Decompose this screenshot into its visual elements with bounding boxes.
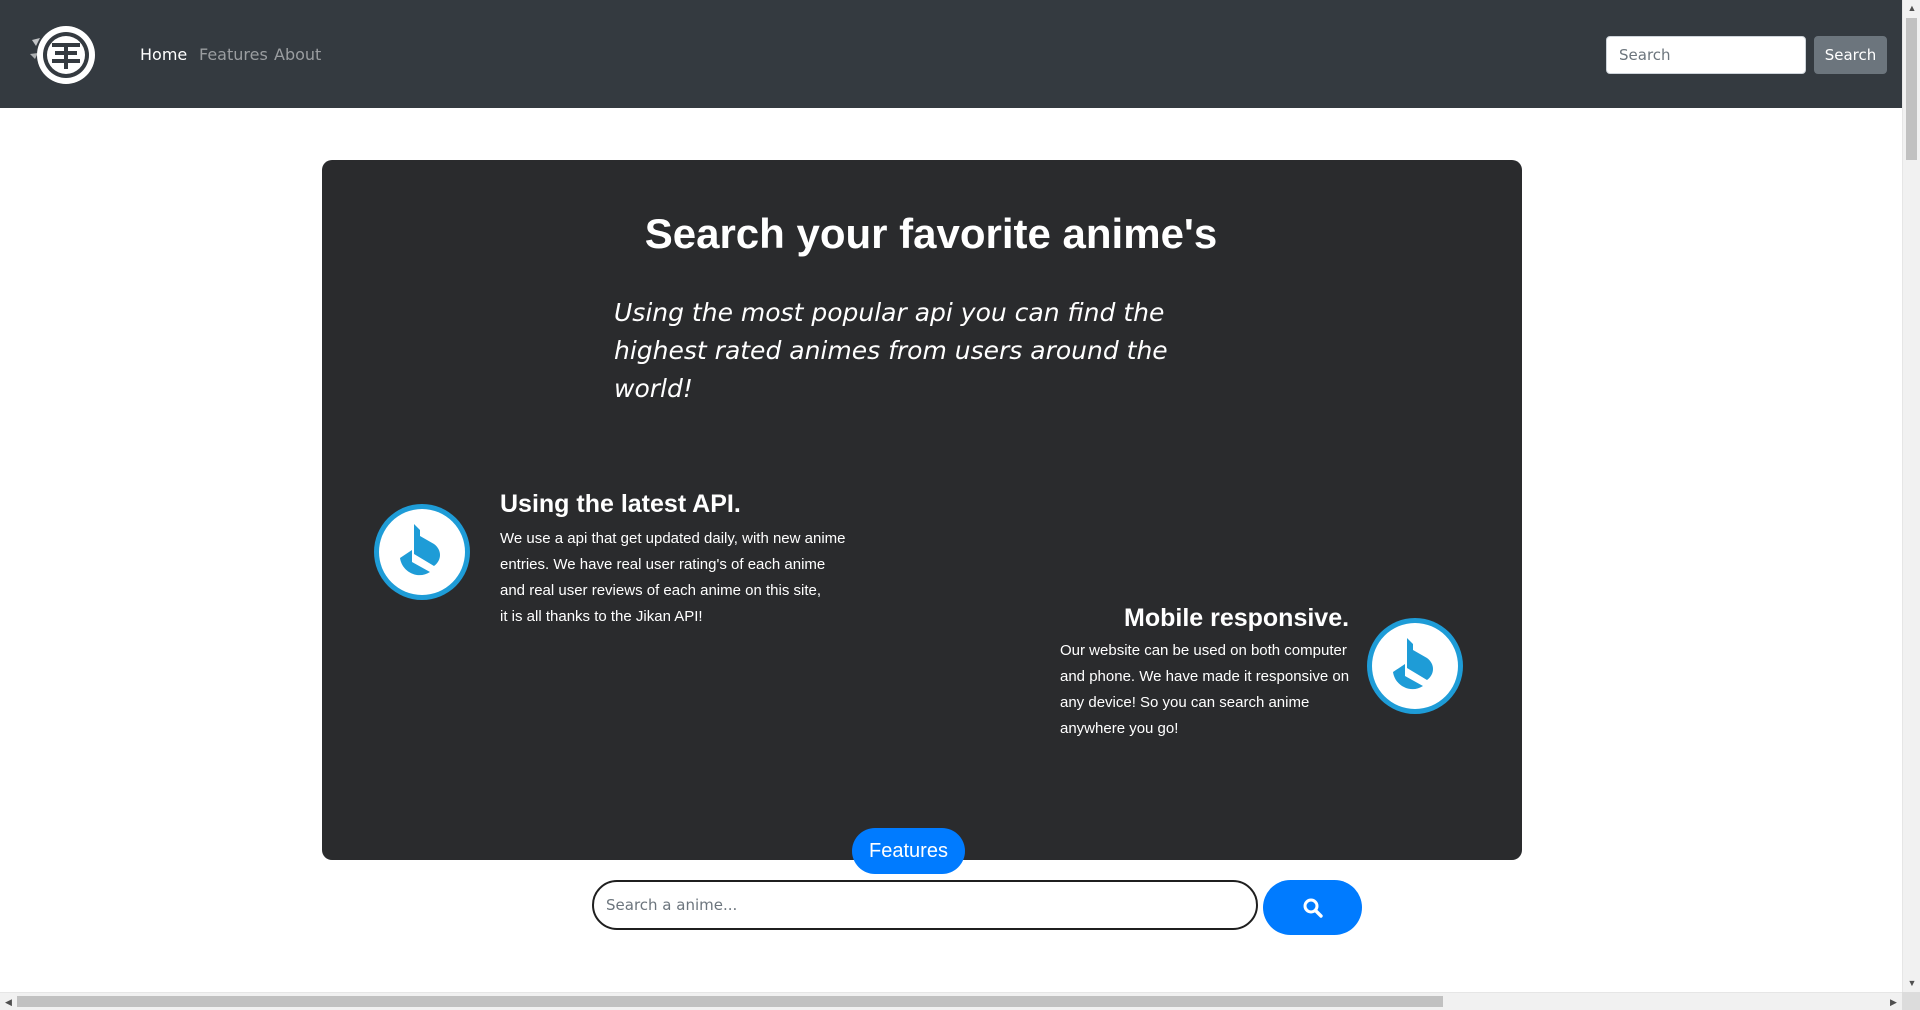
hero-panel: Search your favorite anime's Using the m… (322, 160, 1522, 860)
scroll-right-arrow-icon[interactable]: ▶ (1885, 993, 1902, 1010)
navbar-search-input[interactable] (1606, 36, 1806, 74)
navbar-search-button[interactable]: Search (1814, 36, 1887, 74)
nav-features-link[interactable]: Features (199, 45, 268, 64)
anime-search-input[interactable] (592, 880, 1258, 930)
vertical-scrollbar[interactable]: ▲ ▼ (1902, 0, 1920, 992)
horizontal-scrollbar[interactable]: ◀ ▶ (0, 992, 1902, 1010)
feature-mobile-text: Our website can be used on both computer… (1060, 638, 1349, 742)
top-navbar: Home Features About Search (0, 0, 1902, 108)
feature-mobile-line: anywhere you go! (1060, 720, 1179, 737)
nav-about-link[interactable]: About (274, 45, 321, 64)
feature-mobile-line: any device! So you can search anime (1060, 694, 1310, 711)
feature-api-line: entries. We have real user rating's of e… (500, 556, 826, 573)
feature-mobile-title: Mobile responsive. (1124, 604, 1350, 632)
hero-title: Search your favorite anime's (644, 210, 1218, 257)
vertical-scroll-thumb[interactable] (1906, 18, 1917, 160)
feature-api-title: Using the latest API. (500, 490, 741, 518)
anime-emblem-logo-icon (30, 26, 95, 84)
anime-search-button[interactable] (1263, 880, 1362, 935)
search-icon (1303, 898, 1323, 918)
scroll-up-arrow-icon[interactable]: ▲ (1903, 0, 1920, 17)
feature-mobile-line: Our website can be used on both computer (1060, 642, 1347, 659)
hero-subtitle: Using the most popular api you can find … (614, 298, 1168, 403)
scroll-down-arrow-icon[interactable]: ▼ (1903, 975, 1920, 992)
feature-api-line: it is all thanks to the Jikan API! (500, 608, 703, 625)
nav-home-link[interactable]: Home (140, 45, 187, 64)
jikan-drop-icon (372, 502, 472, 602)
feature-api-line: and real user reviews of each anime on t… (500, 582, 821, 599)
scrollbar-corner (1902, 992, 1920, 1010)
feature-mobile-line: and phone. We have made it responsive on (1060, 668, 1350, 685)
site-logo[interactable] (26, 20, 102, 88)
feature-api-line: We use a api that get updated daily, wit… (500, 530, 846, 547)
jikan-drop-icon (1365, 616, 1465, 716)
horizontal-scroll-thumb[interactable] (17, 996, 1443, 1007)
feature-api-text: We use a api that get updated daily, wit… (500, 526, 846, 630)
features-button[interactable]: Features (852, 828, 965, 874)
scroll-left-arrow-icon[interactable]: ◀ (0, 993, 17, 1010)
